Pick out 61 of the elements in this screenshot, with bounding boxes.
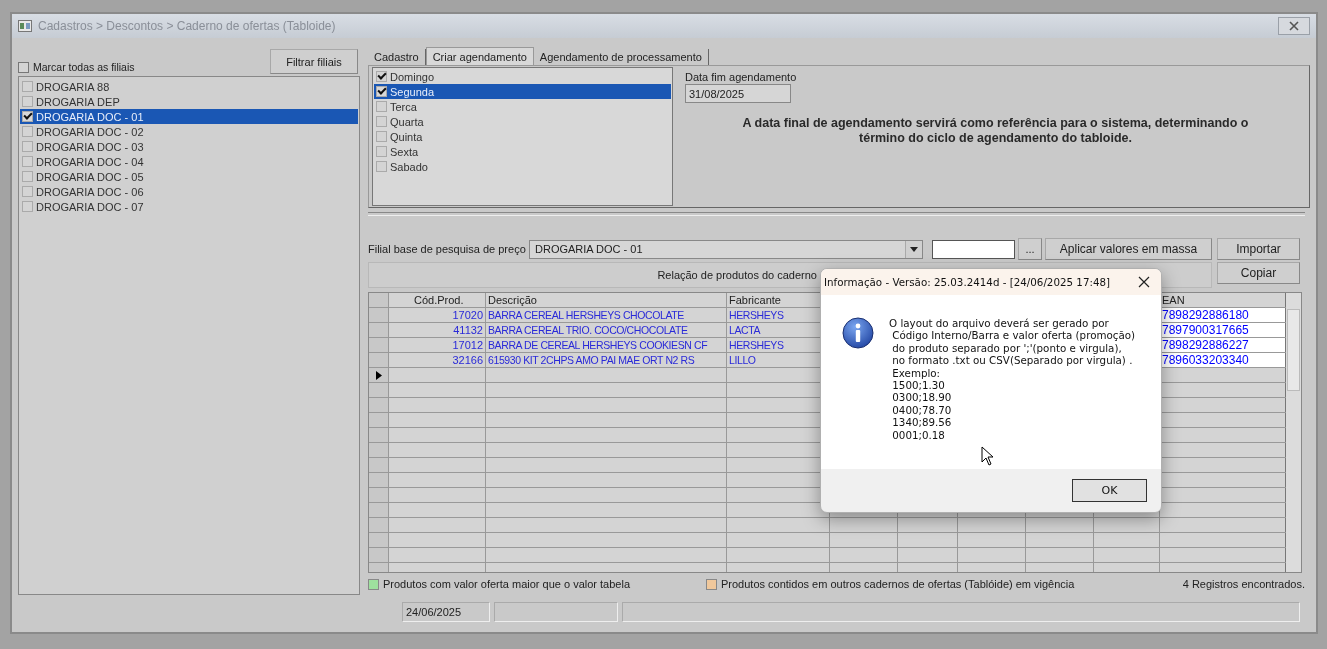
tab[interactable]: Cadastro bbox=[368, 49, 426, 65]
notice-text: A data final de agendamento servirá como referência para o sistema, determinando o término do ciclo de agendamento do tabloide. bbox=[741, 116, 1250, 146]
branch-item[interactable]: DROGARIA DOC - 06 bbox=[20, 184, 358, 199]
grid-title: Relação de produtos do caderno bbox=[657, 269, 817, 281]
dropdown-arrow-icon bbox=[910, 246, 918, 252]
scrollbar[interactable] bbox=[1286, 293, 1301, 572]
app-icon bbox=[18, 20, 32, 32]
dialog-title: Informação - Versão: 25.03.2414d - [24/06/2025 17:48] bbox=[824, 276, 1111, 288]
end-date-field[interactable]: 31/08/2025 bbox=[685, 84, 791, 103]
column-header: Descrição bbox=[486, 293, 727, 307]
branch-base-label: Filial base de pesquisa de preço bbox=[368, 243, 526, 255]
weekday-item[interactable]: Sabado bbox=[374, 159, 671, 174]
window-title: Cadastros > Descontos > Caderno de ofertas (Tabloide) bbox=[38, 19, 337, 33]
table-cell: 7896033203340 bbox=[1160, 353, 1286, 367]
browse-button[interactable]: ... bbox=[1018, 238, 1042, 260]
close-icon bbox=[1138, 276, 1150, 288]
table-cell: 17012 bbox=[389, 338, 486, 352]
info-icon bbox=[842, 317, 874, 349]
weekday-item[interactable]: Sexta bbox=[374, 144, 671, 159]
table-cell: 615930 KIT 2CHPS AMO PAI MAE ORT N2 RS bbox=[486, 353, 727, 367]
tab[interactable]: Criar agendamento bbox=[425, 47, 534, 65]
close-icon bbox=[1289, 21, 1299, 31]
status-date: 24/06/2025 bbox=[402, 602, 490, 622]
table-cell: BARRA CEREAL TRIO. COCO/CHOCOLATE bbox=[486, 323, 727, 337]
import-button[interactable]: Importar bbox=[1217, 238, 1300, 260]
branch-item[interactable]: DROGARIA DOC - 03 bbox=[20, 139, 358, 154]
weekday-item[interactable]: Quinta bbox=[374, 129, 671, 144]
table-cell: 32166 bbox=[389, 353, 486, 367]
ok-button[interactable]: OK bbox=[1072, 479, 1147, 502]
branch-item[interactable]: DROGARIA DOC - 05 bbox=[20, 169, 358, 184]
table-cell: 7897900317665 bbox=[1160, 323, 1286, 337]
weekday-item[interactable]: Terca bbox=[374, 99, 671, 114]
branch-select[interactable]: DROGARIA DOC - 01 bbox=[529, 239, 923, 259]
tab[interactable]: Agendamento de processamento bbox=[533, 49, 709, 65]
column-header: Cód.Prod. bbox=[389, 293, 486, 307]
select-all-checkbox[interactable]: Marcar todas as filiais bbox=[18, 61, 135, 73]
value-field[interactable] bbox=[932, 239, 1015, 259]
table-cell: 7898292886227 bbox=[1160, 338, 1286, 352]
branch-item[interactable]: DROGARIA DOC - 01 bbox=[20, 109, 358, 124]
branch-item[interactable]: DROGARIA DOC - 04 bbox=[20, 154, 358, 169]
branch-item[interactable]: DROGARIA DEP bbox=[20, 94, 358, 109]
table-cell: 17020 bbox=[389, 308, 486, 322]
filter-branches-button[interactable]: Filtrar filiais bbox=[270, 49, 358, 74]
copy-button[interactable]: Copiar bbox=[1217, 262, 1300, 284]
legend-label: Produtos com valor oferta maior que o valor tabela bbox=[383, 578, 631, 590]
weekday-item[interactable]: Quarta bbox=[374, 114, 671, 129]
weekday-item[interactable]: Domingo bbox=[374, 69, 671, 84]
dialog-message: O layout do arquivo deverá ser gerado por Código Interno/Barra e valor oferta (promoção) do produto separado por ';'(ponto e virgula), no formato .txt ou CSV(Separado por virgula) . Exemplo: 1500;1.30 0300;18.90 0400;78.70 1340;89.56 0001;0.18 bbox=[889, 317, 1136, 442]
table-cell: BARRA CEREAL HERSHEYS CHOCOLATE bbox=[486, 308, 727, 322]
table-cell: BARRA DE CEREAL HERSHEYS COOKIESN CF bbox=[486, 338, 727, 352]
branch-item[interactable]: DROGARIA 88 bbox=[20, 79, 358, 94]
record-count: 4 Registros encontrados. bbox=[1182, 578, 1305, 590]
legend-label: Produtos contidos em outros cadernos de ofertas (Tablóide) em vigência bbox=[721, 578, 1075, 590]
table-cell: 41132 bbox=[389, 323, 486, 337]
end-date-label: Data fim agendamento bbox=[685, 71, 797, 83]
apply-values-button[interactable]: Aplicar valores em massa bbox=[1045, 238, 1212, 260]
weekday-item[interactable]: Segunda bbox=[374, 84, 671, 99]
branch-item[interactable]: DROGARIA DOC - 07 bbox=[20, 199, 358, 214]
branch-item[interactable]: DROGARIA DOC - 02 bbox=[20, 124, 358, 139]
table-cell: 7898292886180 bbox=[1160, 308, 1286, 322]
cursor-icon bbox=[981, 446, 995, 466]
